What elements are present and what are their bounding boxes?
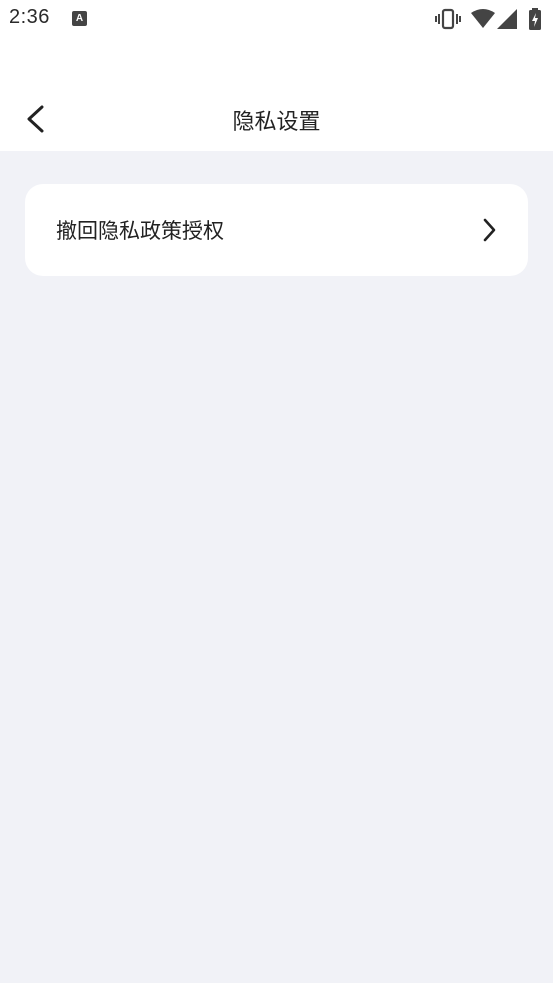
app-notification-icon: A <box>72 11 87 26</box>
signal-icon <box>497 9 517 29</box>
settings-item-label: 撤回隐私政策授权 <box>56 219 224 243</box>
battery-charging-icon <box>529 8 541 30</box>
vibrate-icon <box>435 8 461 30</box>
header-bar: 隐私设置 <box>0 38 553 151</box>
settings-item-revoke-privacy-authorization[interactable]: 撤回隐私政策授权 <box>25 184 528 276</box>
status-bar: 2:36 A <box>0 0 553 38</box>
main-content: 撤回隐私政策授权 <box>0 151 553 983</box>
status-time: 2:36 <box>9 6 50 28</box>
status-icons <box>435 8 545 30</box>
chevron-right-icon <box>483 218 496 242</box>
page-title: 隐私设置 <box>232 110 321 135</box>
wifi-icon <box>471 9 495 28</box>
